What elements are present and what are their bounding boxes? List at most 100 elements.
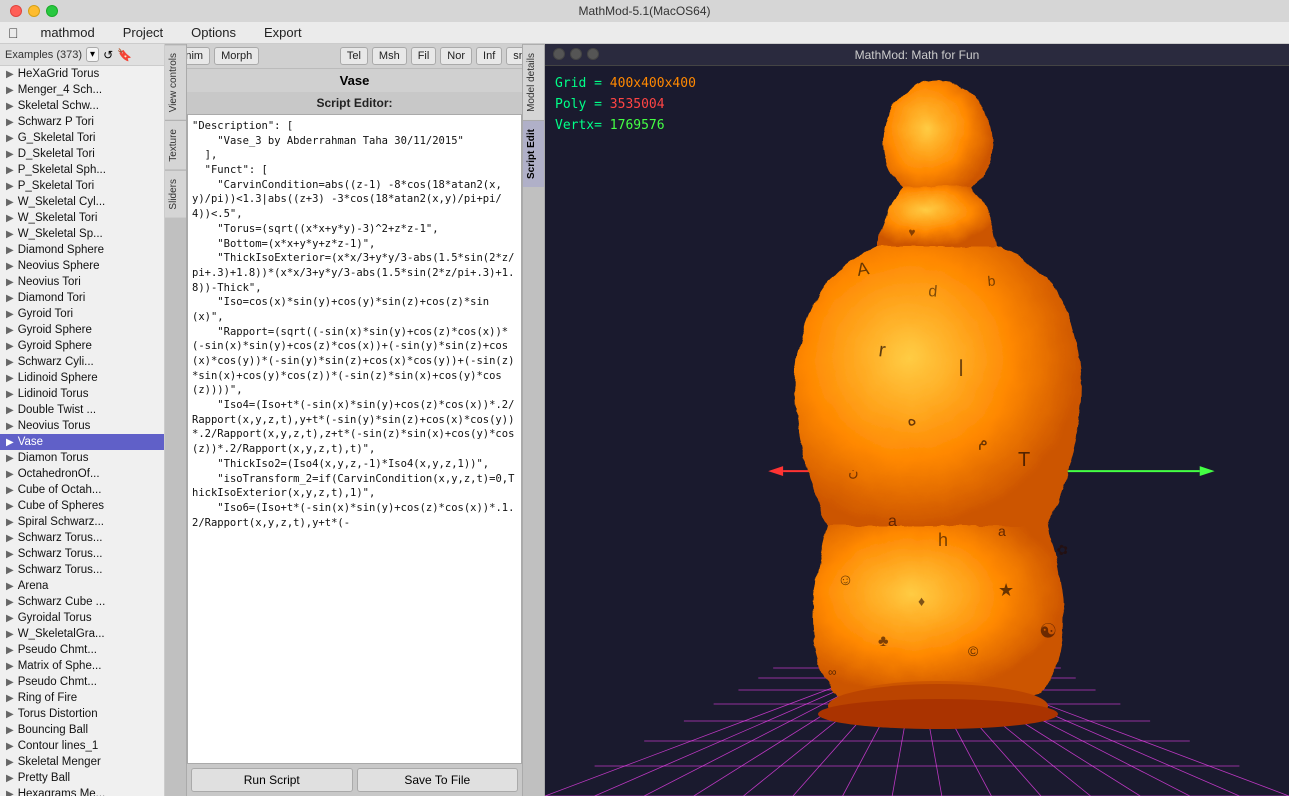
script-edit-tab[interactable]: Script Edit: [523, 120, 544, 187]
list-item[interactable]: ▶W_Skeletal Tori: [0, 210, 164, 226]
list-item[interactable]: ▶W_Skeletal Cyl...: [0, 194, 164, 210]
list-item[interactable]: ▶Neovius Tori: [0, 274, 164, 290]
list-item-label: G_Skeletal Tori: [18, 132, 96, 144]
list-item[interactable]: ▶Schwarz Torus...: [0, 546, 164, 562]
list-arrow: ▶: [6, 645, 14, 656]
list-item[interactable]: ▶Bouncing Ball: [0, 722, 164, 738]
inf-button[interactable]: Inf: [476, 47, 502, 65]
bookmark-icon[interactable]: 🔖: [117, 48, 132, 62]
list-item-label: Pretty Ball: [18, 772, 70, 784]
list-item[interactable]: ▶ G_Skeletal Tori: [0, 130, 164, 146]
list-arrow: ▶: [6, 197, 14, 208]
menu-mathmod[interactable]: mathmod: [35, 23, 101, 42]
list-item[interactable]: ▶Vase: [0, 434, 164, 450]
svg-text:☯: ☯: [1037, 619, 1058, 644]
svg-text:♦: ♦: [918, 593, 925, 609]
right-title-bar: MathMod: Math for Fun: [545, 44, 1289, 66]
list-item[interactable]: ▶Schwarz Cyli...: [0, 354, 164, 370]
menu-export[interactable]: Export: [258, 23, 308, 42]
list-item[interactable]: ▶Torus Distortion: [0, 706, 164, 722]
list-item[interactable]: ▶Double Twist ...: [0, 402, 164, 418]
list-item[interactable]: ▶Diamond Sphere: [0, 242, 164, 258]
svg-text:T: T: [1018, 449, 1030, 471]
rt-min[interactable]: [570, 48, 582, 60]
list-item[interactable]: ▶Gyroid Tori: [0, 306, 164, 322]
list-item[interactable]: ▶Neovius Torus: [0, 418, 164, 434]
model-details-tab[interactable]: Model details: [523, 44, 544, 120]
maximize-button[interactable]: [46, 5, 58, 17]
list-item[interactable]: ▶Cube of Spheres: [0, 498, 164, 514]
list-item[interactable]: ▶Skeletal Menger: [0, 754, 164, 770]
list-item[interactable]: ▶Schwarz Cube ...: [0, 594, 164, 610]
nor-button[interactable]: Nor: [440, 47, 472, 65]
list-item[interactable]: ▶Schwarz Torus...: [0, 562, 164, 578]
list-item[interactable]: ▶Gyroid Sphere: [0, 338, 164, 354]
fil-button[interactable]: Fil: [411, 47, 437, 65]
list-item[interactable]: ▶Ring of Fire: [0, 690, 164, 706]
list-item[interactable]: ▶Lidinoid Torus: [0, 386, 164, 402]
list-arrow: ▶: [6, 245, 14, 256]
list-item[interactable]: ▶Spiral Schwarz...: [0, 514, 164, 530]
list-arrow: ▶: [6, 277, 14, 288]
examples-dropdown[interactable]: ▾: [86, 47, 99, 62]
list-item[interactable]: ▶Pretty Ball: [0, 770, 164, 786]
list-arrow: ▶: [6, 613, 14, 624]
svg-text:♣: ♣: [878, 633, 889, 650]
list-item[interactable]: ▶Diamond Tori: [0, 290, 164, 306]
sliders-tab[interactable]: Sliders: [165, 170, 186, 218]
list-item[interactable]: ▶Pseudo Chmt...: [0, 642, 164, 658]
list-item-label: Gyroidal Torus: [18, 612, 92, 624]
morph-button[interactable]: Morph: [214, 47, 259, 65]
list-item[interactable]: ▶HeXaGrid Torus: [0, 66, 164, 82]
script-editor[interactable]: "Description": [ "Vase_3 by Abderrahman …: [187, 114, 522, 764]
list-item[interactable]: ▶Pseudo Chmt...: [0, 674, 164, 690]
list-item[interactable]: ▶Matrix of Sphe...: [0, 658, 164, 674]
list-item-label: Arena: [18, 580, 49, 592]
list-item-label: P_Skeletal Tori: [18, 180, 95, 192]
list-item[interactable]: ▶W_SkeletalGra...: [0, 626, 164, 642]
list-arrow: ▶: [6, 437, 14, 448]
list-item[interactable]: ▶Cube of Octah...: [0, 482, 164, 498]
svg-text:∞: ∞: [828, 665, 837, 679]
tel-button[interactable]: Tel: [340, 47, 368, 65]
view-tabs: View controls Texture Sliders: [165, 44, 187, 796]
rt-close[interactable]: [553, 48, 565, 60]
canvas-3d[interactable]: A d b r ا ه م ن T a h a ☺ ♦ ★ ♣ © ☯ ∞ ✿: [545, 66, 1289, 796]
view-controls-tab[interactable]: View controls: [165, 44, 186, 120]
list-item-label: Contour lines_1: [18, 740, 99, 752]
save-to-file-button[interactable]: Save To File: [357, 768, 519, 792]
list-item[interactable]: ▶Hexagrams Me...: [0, 786, 164, 796]
close-button[interactable]: [10, 5, 22, 17]
list-item[interactable]: ▶Neovius Sphere: [0, 258, 164, 274]
list-item[interactable]: ▶Contour lines_1: [0, 738, 164, 754]
list-item[interactable]: ▶P_Skeletal Sph...: [0, 162, 164, 178]
list-item[interactable]: ▶ Gyroidal Torus: [0, 610, 164, 626]
list-container[interactable]: ▶HeXaGrid Torus▶Menger_4 Sch...▶Skeletal…: [0, 66, 164, 796]
script-editor-title: Script Editor:: [187, 92, 522, 114]
list-item[interactable]: ▶Skeletal Schw...: [0, 98, 164, 114]
left-panel: Examples (373) ▾ ↺ 🔖 ▶HeXaGrid Torus▶Men…: [0, 44, 165, 796]
menu-options[interactable]: Options: [185, 23, 242, 42]
list-item-label: Bouncing Ball: [18, 724, 88, 736]
list-item[interactable]: ▶Menger_4 Sch...: [0, 82, 164, 98]
list-item[interactable]: ▶Lidinoid Sphere: [0, 370, 164, 386]
list-item[interactable]: ▶Arena: [0, 578, 164, 594]
list-arrow: ▶: [6, 661, 14, 672]
list-item[interactable]: ▶P_Skeletal Tori: [0, 178, 164, 194]
list-arrow: ▶: [6, 133, 14, 144]
list-item[interactable]: ▶W_Skeletal Sp...: [0, 226, 164, 242]
list-item[interactable]: ▶D_Skeletal Tori: [0, 146, 164, 162]
list-item[interactable]: ▶Diamon Torus: [0, 450, 164, 466]
window-title: MathMod-5.1(MacOS64): [578, 4, 710, 18]
list-item[interactable]: ▶OctahedronOf...: [0, 466, 164, 482]
minimize-button[interactable]: [28, 5, 40, 17]
run-script-button[interactable]: Run Script: [191, 768, 353, 792]
menu-project[interactable]: Project: [117, 23, 169, 42]
texture-tab[interactable]: Texture: [165, 120, 186, 170]
msh-button[interactable]: Msh: [372, 47, 407, 65]
refresh-icon[interactable]: ↺: [103, 48, 113, 62]
list-item[interactable]: ▶Schwarz Torus...: [0, 530, 164, 546]
list-item[interactable]: ▶Schwarz P Tori: [0, 114, 164, 130]
rt-max[interactable]: [587, 48, 599, 60]
list-item[interactable]: ▶Gyroid Sphere: [0, 322, 164, 338]
